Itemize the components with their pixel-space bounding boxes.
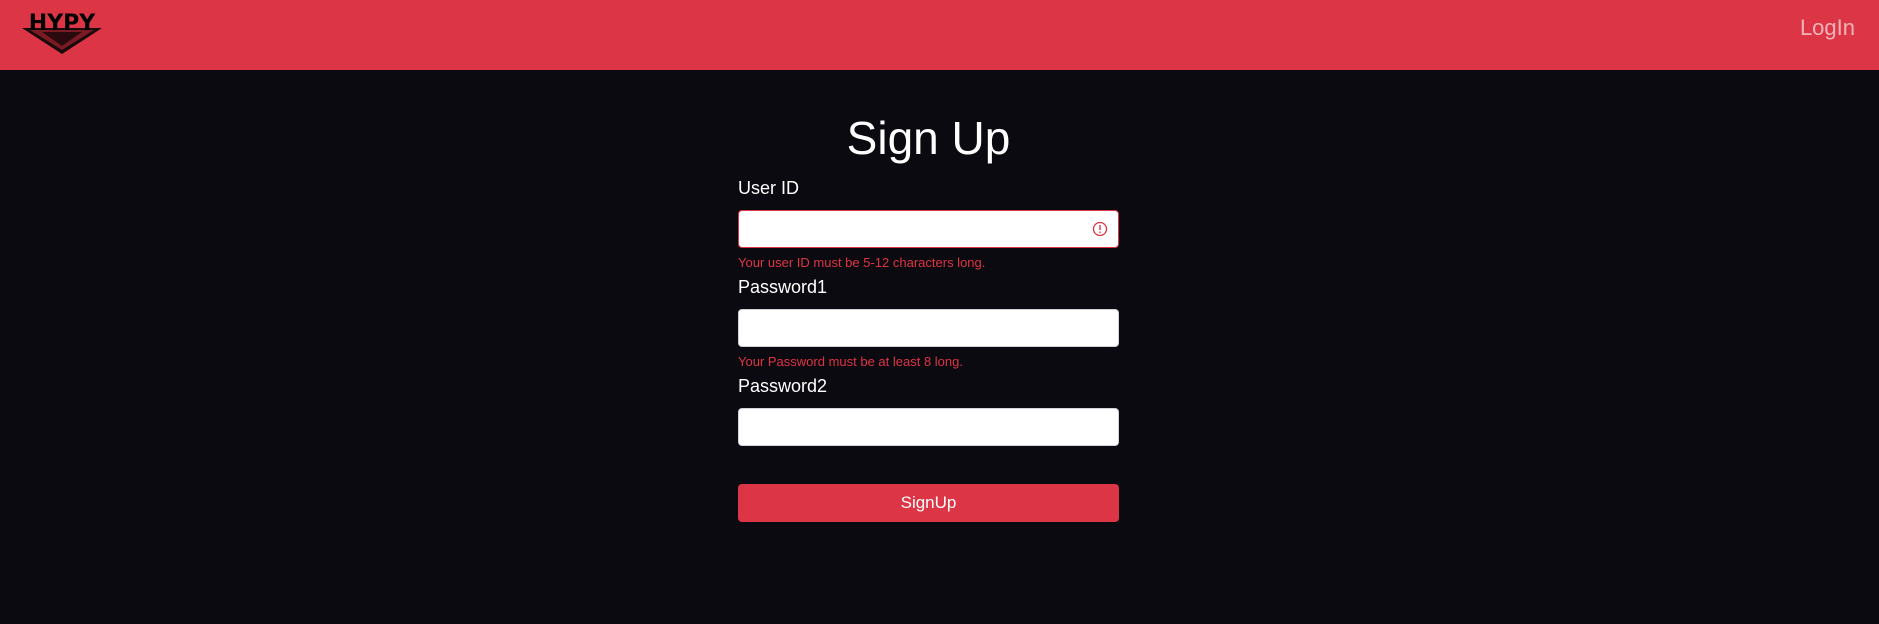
- password1-error: Your Password must be at least 8 long.: [738, 354, 963, 369]
- svg-text:HYPY: HYPY: [29, 11, 96, 36]
- page-title: Sign Up: [846, 112, 1011, 164]
- hypy-logo[interactable]: HYPY: [20, 8, 104, 56]
- user-id-field-box: [738, 210, 1119, 248]
- password1-input[interactable]: [739, 310, 1118, 346]
- password1-field-box: [738, 309, 1119, 347]
- login-link[interactable]: LogIn: [1800, 15, 1855, 41]
- navbar: HYPY LogIn: [0, 0, 1879, 70]
- user-id-error: Your user ID must be 5-12 characters lon…: [738, 255, 986, 270]
- user-id-input[interactable]: [739, 211, 1118, 247]
- password2-label: Password2: [738, 376, 828, 396]
- exclamation-circle-icon: [1092, 221, 1108, 237]
- password2-input[interactable]: [739, 409, 1118, 445]
- password1-label: Password1: [738, 277, 828, 297]
- user-id-label: User ID: [738, 178, 800, 198]
- password2-field-box: [738, 408, 1119, 446]
- signup-button[interactable]: SignUp: [738, 484, 1119, 522]
- signup-form: Sign Up User ID Your user ID must be 5-1…: [738, 70, 1119, 522]
